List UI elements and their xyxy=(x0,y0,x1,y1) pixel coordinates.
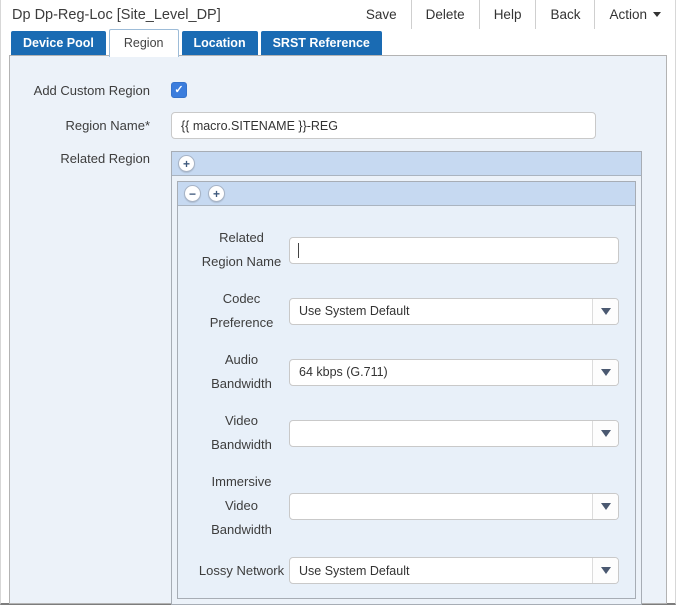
add-row-below-button[interactable]: + xyxy=(208,185,225,202)
action-menu-button[interactable]: Action xyxy=(594,0,675,29)
page-title: Dp Dp-Reg-Loc [Site_Level_DP] xyxy=(12,7,221,23)
audio-bandwidth-select[interactable]: 64 kbps (G.711) xyxy=(289,359,619,386)
region-name-input[interactable] xyxy=(171,112,596,139)
audio-bandwidth-row: Audio Bandwidth 64 kbps (G.711) xyxy=(194,348,619,396)
immersive-video-bandwidth-select[interactable] xyxy=(289,493,619,520)
tab-location[interactable]: Location xyxy=(182,31,258,55)
audio-bandwidth-value: 64 kbps (G.711) xyxy=(290,360,592,385)
immersive-video-bandwidth-row: Immersive Video Bandwidth xyxy=(194,470,619,542)
related-region-panel: + − + xyxy=(171,151,642,605)
immersive-video-bandwidth-value xyxy=(290,494,592,519)
lossy-network-select[interactable]: Use System Default xyxy=(289,557,619,584)
help-button[interactable]: Help xyxy=(479,0,536,29)
remove-row-button[interactable]: − xyxy=(184,185,201,202)
dropdown-arrow-icon[interactable] xyxy=(592,494,618,519)
minus-icon: − xyxy=(189,187,196,201)
region-name-label: Region Name* xyxy=(10,118,150,133)
save-button-label: Save xyxy=(366,7,397,22)
video-bandwidth-value xyxy=(290,421,592,446)
add-row-button[interactable]: + xyxy=(178,155,195,172)
add-custom-region-label: Add Custom Region xyxy=(10,83,150,98)
add-custom-region-row: Add Custom Region ✓ xyxy=(10,82,666,98)
video-bandwidth-row: Video Bandwidth xyxy=(194,409,619,457)
related-region-label: Related Region xyxy=(10,145,150,166)
tab-srst-reference[interactable]: SRST Reference xyxy=(261,31,382,55)
related-region-row: Related Region + − + xyxy=(10,145,666,605)
top-bar: Dp Dp-Reg-Loc [Site_Level_DP] Save Delet… xyxy=(1,0,675,29)
video-bandwidth-select[interactable] xyxy=(289,420,619,447)
save-button[interactable]: Save xyxy=(352,0,411,29)
related-region-name-input[interactable] xyxy=(289,237,619,264)
dropdown-arrow-icon[interactable] xyxy=(592,558,618,583)
dropdown-arrow-icon[interactable] xyxy=(592,360,618,385)
codec-preference-select[interactable]: Use System Default xyxy=(289,298,619,325)
immersive-video-bandwidth-label: Immersive Video Bandwidth xyxy=(194,470,289,542)
codec-preference-label: Codec Preference xyxy=(194,287,289,335)
codec-preference-value: Use System Default xyxy=(290,299,592,324)
lossy-network-value: Use System Default xyxy=(290,558,592,583)
add-custom-region-checkbox[interactable]: ✓ xyxy=(171,82,187,98)
dropdown-arrow-icon[interactable] xyxy=(592,421,618,446)
delete-button-label: Delete xyxy=(426,7,465,22)
related-region-item-header: − + xyxy=(178,182,635,206)
lossy-network-row: Lossy Network Use System Default xyxy=(194,557,619,584)
video-bandwidth-label: Video Bandwidth xyxy=(194,409,289,457)
plus-icon: + xyxy=(183,157,190,171)
caret-down-icon xyxy=(653,12,661,17)
back-button[interactable]: Back xyxy=(535,0,594,29)
back-button-label: Back xyxy=(550,7,580,22)
tab-bar: Device Pool Region Location SRST Referen… xyxy=(1,29,675,55)
text-cursor xyxy=(298,243,299,258)
toolbar: Save Delete Help Back Action xyxy=(352,0,675,29)
plus-icon: + xyxy=(213,187,220,201)
audio-bandwidth-label: Audio Bandwidth xyxy=(194,348,289,396)
related-region-name-row: Related Region Name xyxy=(194,226,619,274)
codec-preference-row: Codec Preference Use System Default xyxy=(194,287,619,335)
lossy-network-label: Lossy Network xyxy=(194,559,289,583)
region-name-row: Region Name* xyxy=(10,112,666,139)
related-region-panel-header: + xyxy=(172,152,641,176)
delete-button[interactable]: Delete xyxy=(411,0,479,29)
page: Dp Dp-Reg-Loc [Site_Level_DP] Save Delet… xyxy=(0,0,676,605)
region-form: Add Custom Region ✓ Region Name* Related… xyxy=(9,55,667,604)
checkmark-icon: ✓ xyxy=(174,85,183,96)
help-button-label: Help xyxy=(494,7,522,22)
related-region-item: − + Related Region Name xyxy=(177,181,636,599)
related-region-name-label: Related Region Name xyxy=(194,226,289,274)
dropdown-arrow-icon[interactable] xyxy=(592,299,618,324)
tab-region[interactable]: Region xyxy=(109,29,179,57)
action-menu-label: Action xyxy=(609,7,647,22)
tab-device-pool[interactable]: Device Pool xyxy=(11,31,106,55)
